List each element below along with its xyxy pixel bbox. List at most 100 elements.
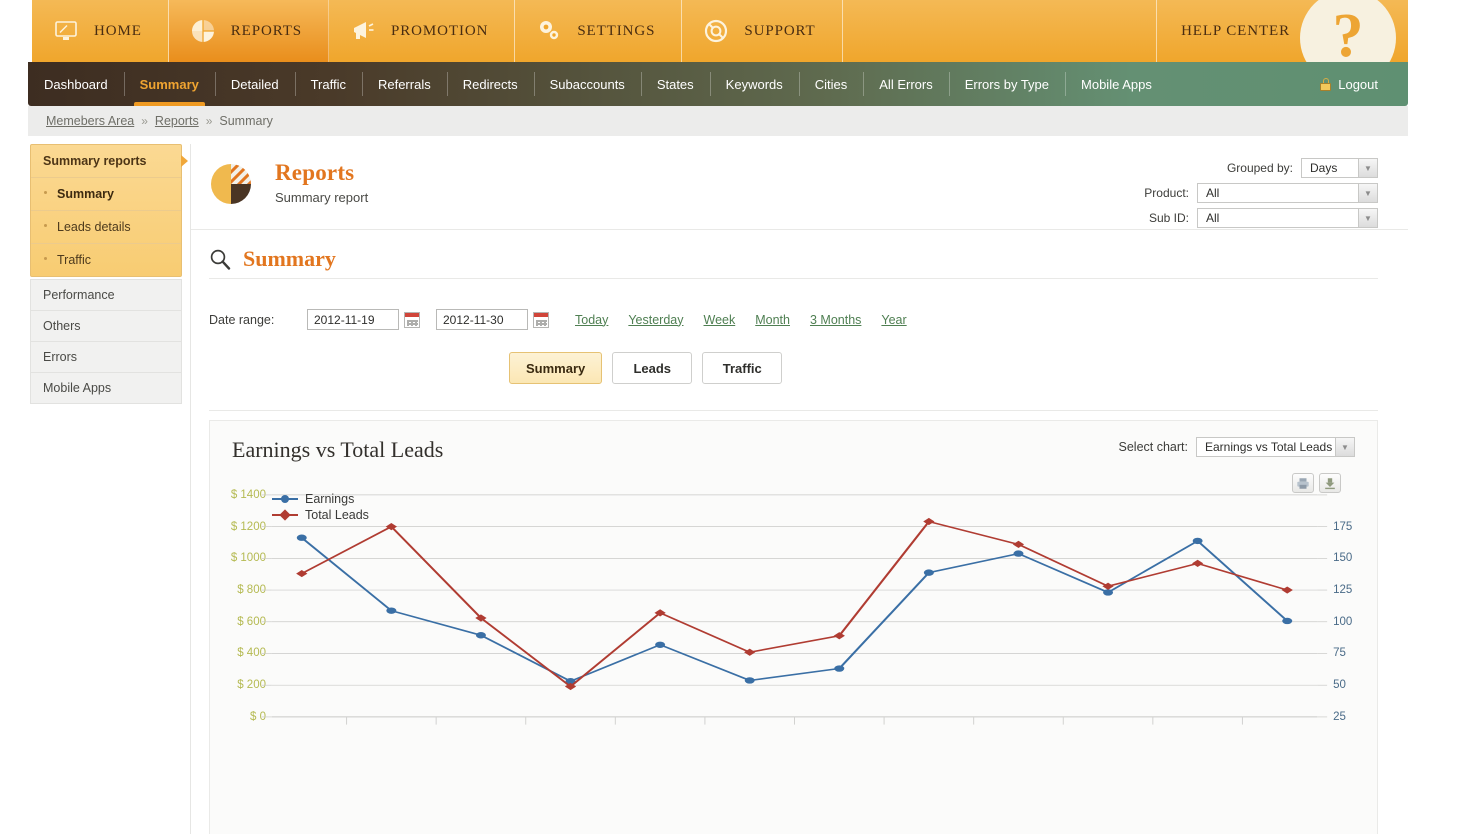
- chart-point[interactable]: [744, 677, 755, 684]
- chart-title: Earnings vs Total Leads: [232, 437, 444, 462]
- chart-point[interactable]: [834, 665, 845, 672]
- breadcrumb: Memebers Area » Reports » Summary: [28, 106, 1408, 136]
- logout-label: Logout: [1338, 76, 1378, 92]
- chart-point[interactable]: [923, 517, 935, 526]
- filter-dropdown-grouped-by[interactable]: Days ▼: [1301, 158, 1378, 178]
- date-quick-link-3-months[interactable]: 3 Months: [810, 313, 861, 327]
- breadcrumb-item-memebers-area[interactable]: Memebers Area: [46, 114, 134, 128]
- sub-nav-item-errors-by-type[interactable]: Errors by Type: [948, 62, 1065, 106]
- main-nav-item-promotion[interactable]: Promotion: [329, 0, 516, 62]
- monitor-icon: [52, 17, 80, 45]
- section-header: Summary: [209, 246, 336, 272]
- sub-nav-item-keywords[interactable]: Keywords: [709, 62, 799, 106]
- date-quick-link-today[interactable]: Today: [575, 313, 608, 327]
- report-tab-traffic[interactable]: Traffic: [702, 352, 783, 384]
- select-chart-value: Earnings vs Total Leads: [1205, 440, 1333, 454]
- sidebar-item-others[interactable]: Others: [30, 311, 182, 342]
- sidebar-item-summary[interactable]: Summary: [31, 178, 181, 211]
- chart-point[interactable]: [833, 632, 845, 640]
- chart-line-total-leads: [301, 520, 1288, 688]
- filter-label: Product:: [1144, 186, 1189, 200]
- main-nav-label: Reports: [230, 22, 303, 39]
- sub-nav-item-cities[interactable]: Cities: [798, 62, 864, 106]
- legend-item-total-leads: Total Leads: [272, 507, 369, 523]
- download-icon[interactable]: [1319, 473, 1341, 493]
- sub-nav-item-mobile-apps[interactable]: Mobile Apps: [1065, 62, 1168, 106]
- sub-nav-item-dashboard[interactable]: Dashboard: [28, 62, 124, 106]
- report-tab-leads[interactable]: Leads: [612, 352, 693, 384]
- legend-swatch-earnings: [272, 495, 298, 503]
- sidebar-item-label: Traffic: [57, 253, 92, 267]
- calendar-icon-to[interactable]: [533, 311, 549, 328]
- sub-nav-item-referrals[interactable]: Referrals: [361, 62, 447, 106]
- date-quick-link-year[interactable]: Year: [881, 313, 906, 327]
- panel-header: Reports Summary report Grouped by: Days ▼ P…: [191, 144, 1408, 230]
- chart-point[interactable]: [296, 534, 307, 541]
- legend-swatch-total-leads: [272, 509, 298, 521]
- help-center-link[interactable]: Help Center: [1156, 0, 1290, 62]
- pie-chart-icon: [189, 17, 217, 45]
- main-nav-item-home[interactable]: Home: [32, 0, 169, 62]
- main-nav-item-reports[interactable]: Reports: [168, 0, 330, 62]
- calendar-icon-from[interactable]: [404, 311, 420, 328]
- date-range-row: Date range: Today Yesterday Week Month 3 Mon…: [209, 309, 907, 330]
- content-divider: [209, 410, 1378, 411]
- chart-point[interactable]: [1013, 550, 1024, 557]
- printer-icon[interactable]: [1292, 473, 1314, 493]
- sidebar-item-performance[interactable]: Performance: [30, 279, 182, 311]
- sub-nav-item-traffic[interactable]: Traffic: [294, 62, 362, 106]
- filter-label: Sub ID:: [1148, 211, 1189, 225]
- megaphone-icon: [349, 17, 377, 45]
- bullet-icon: [44, 257, 47, 260]
- sub-nav-item-detailed[interactable]: Detailed: [214, 62, 295, 106]
- filter-dropdown-product[interactable]: All ▼: [1197, 183, 1378, 203]
- chart-point[interactable]: [1103, 589, 1114, 596]
- sidebar-group-title[interactable]: Summary reports: [31, 145, 181, 178]
- chart-tools: [1292, 473, 1341, 493]
- main-panel: Reports Summary report Grouped by: Days ▼ P…: [190, 144, 1408, 834]
- sub-nav-item-subaccounts[interactable]: Subaccounts: [533, 62, 641, 106]
- sub-nav-item-all-errors[interactable]: All Errors: [863, 62, 948, 106]
- chart-point[interactable]: [1192, 559, 1204, 568]
- chart-point[interactable]: [1282, 617, 1293, 625]
- magnifier-icon: [209, 248, 231, 270]
- date-from-input[interactable]: [307, 309, 399, 330]
- date-quick-link-week[interactable]: Week: [704, 313, 736, 327]
- sidebar-item-leads-details[interactable]: Leads details: [31, 211, 181, 244]
- breadcrumb-separator: »: [141, 114, 148, 128]
- sidebar-item-traffic[interactable]: Traffic: [31, 244, 181, 276]
- chevron-down-icon: ▼: [1358, 184, 1377, 202]
- chart-point[interactable]: [475, 632, 486, 639]
- sidebar-group-summary-reports: Summary reports Summary Leads details Traf…: [30, 144, 188, 277]
- chart-plot-area: Earnings Total Leads $ 0 $ 200 $ 400 $ 600 $…: [210, 477, 1377, 834]
- sub-nav-item-redirects[interactable]: Redirects: [446, 62, 534, 106]
- logout-button[interactable]: Logout: [1304, 62, 1408, 106]
- chart-point[interactable]: [1281, 586, 1293, 594]
- sub-nav-item-summary[interactable]: Summary: [123, 62, 215, 106]
- filter-row-grouped-by: Grouped by: Days ▼: [1144, 158, 1378, 178]
- sidebar-item-mobile-apps[interactable]: Mobile Apps: [30, 373, 182, 404]
- sidebar-item-errors[interactable]: Errors: [30, 342, 182, 373]
- date-quick-link-month[interactable]: Month: [755, 313, 790, 327]
- breadcrumb-item-reports[interactable]: Reports: [155, 114, 199, 128]
- filter-dropdown-sub-id[interactable]: All ▼: [1197, 208, 1378, 228]
- help-center-label: Help Center: [1181, 22, 1290, 39]
- chart-point[interactable]: [1192, 537, 1203, 545]
- chart-point[interactable]: [386, 607, 397, 614]
- select-chart-dropdown[interactable]: Earnings vs Total Leads ▼: [1196, 437, 1355, 457]
- main-nav-item-settings[interactable]: Settings: [515, 0, 683, 62]
- pie-chart-icon: [209, 162, 253, 206]
- main-nav-label: Support: [744, 22, 816, 39]
- main-nav-label: Settings: [577, 22, 656, 39]
- report-tab-summary[interactable]: Summary: [509, 352, 603, 384]
- main-nav-item-support[interactable]: Support: [682, 0, 843, 62]
- chart-point[interactable]: [655, 641, 666, 648]
- chevron-down-icon: ▼: [1335, 438, 1354, 456]
- date-to-input[interactable]: [436, 309, 528, 330]
- sub-nav-item-states[interactable]: States: [640, 62, 710, 106]
- page-title: Reports: [275, 160, 355, 185]
- chart-card: Earnings vs Total Leads Select chart: Ea…: [209, 420, 1378, 834]
- top-bar-left-cap: [0, 0, 32, 62]
- chart-point[interactable]: [923, 569, 934, 576]
- date-quick-link-yesterday[interactable]: Yesterday: [628, 313, 683, 327]
